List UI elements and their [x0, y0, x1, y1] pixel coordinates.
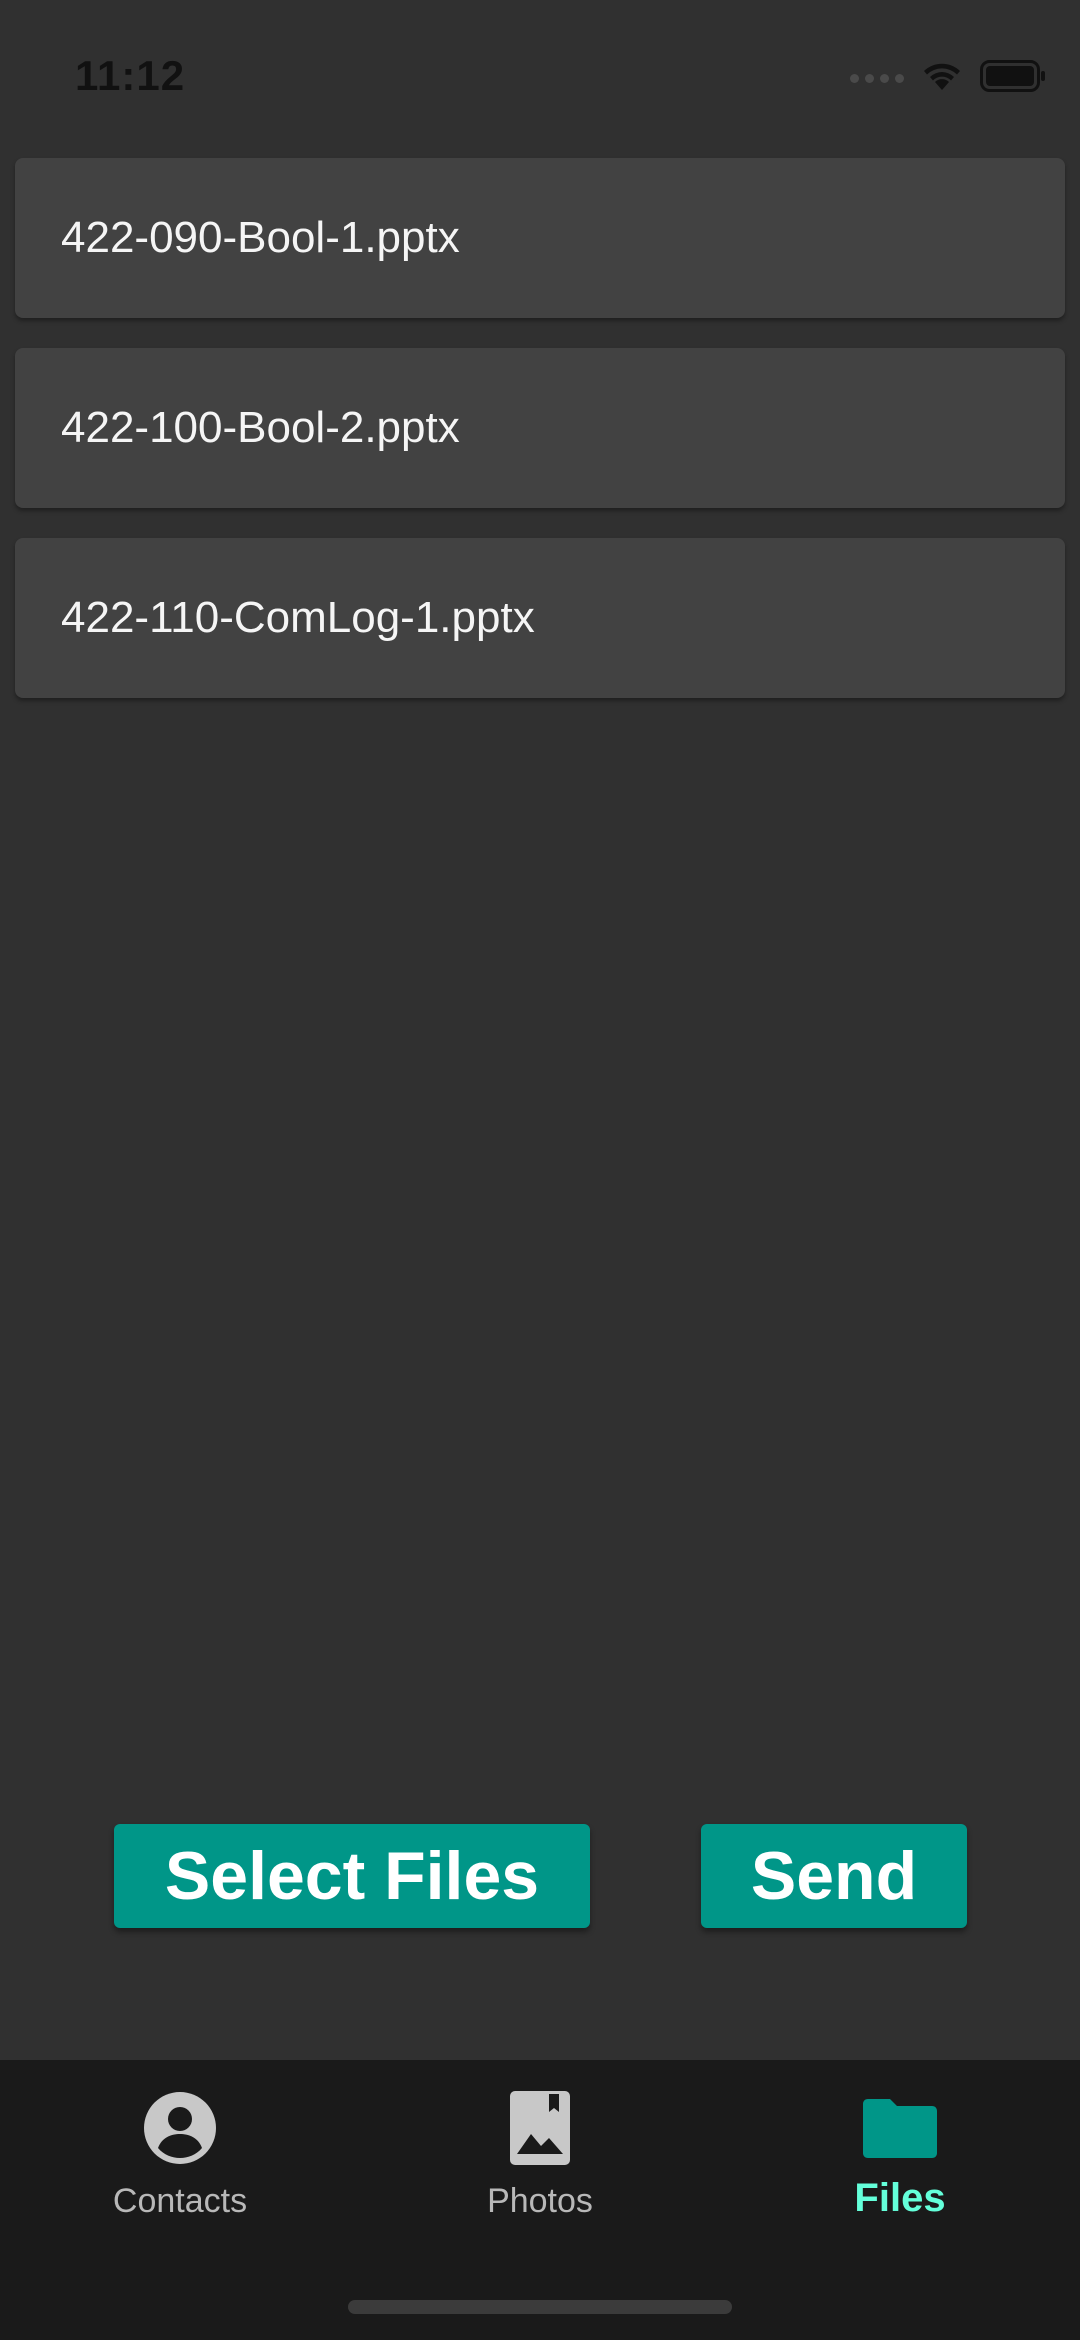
- folder-icon: [858, 2086, 942, 2170]
- send-button[interactable]: Send: [701, 1824, 967, 1928]
- nav-label-contacts: Contacts: [112, 2182, 248, 2220]
- screen: 11:12 422-090-Bool-1.pptx 422-100-Bool-2…: [0, 0, 1080, 2340]
- account-circle-icon: [138, 2086, 222, 2170]
- cellular-signal-icon: [850, 73, 904, 83]
- battery-icon: [980, 59, 1046, 97]
- status-bar: 11:12: [0, 0, 1080, 150]
- nav-label-files: Files: [854, 2176, 946, 2220]
- file-name: 422-100-Bool-2.pptx: [61, 403, 460, 452]
- file-list: 422-090-Bool-1.pptx 422-100-Bool-2.pptx …: [15, 158, 1065, 728]
- select-files-button[interactable]: Select Files: [114, 1824, 590, 1928]
- status-indicators: [850, 58, 1046, 98]
- file-name: 422-090-Bool-1.pptx: [61, 213, 460, 262]
- nav-item-files[interactable]: Files: [720, 2060, 1080, 2260]
- nav-item-photos[interactable]: Photos: [360, 2060, 720, 2260]
- status-time: 11:12: [75, 52, 186, 99]
- nav-item-contacts[interactable]: Contacts: [0, 2060, 360, 2260]
- image-icon: [498, 2086, 582, 2170]
- file-name: 422-110-ComLog-1.pptx: [61, 593, 535, 642]
- file-list-item[interactable]: 422-090-Bool-1.pptx: [15, 158, 1065, 318]
- file-list-item[interactable]: 422-110-ComLog-1.pptx: [15, 538, 1065, 698]
- bottom-navigation: Contacts Photos Files: [0, 2060, 1080, 2340]
- home-indicator[interactable]: [348, 2300, 732, 2314]
- file-list-item[interactable]: 422-100-Bool-2.pptx: [15, 348, 1065, 508]
- nav-label-photos: Photos: [487, 2182, 593, 2220]
- wifi-icon: [922, 60, 962, 97]
